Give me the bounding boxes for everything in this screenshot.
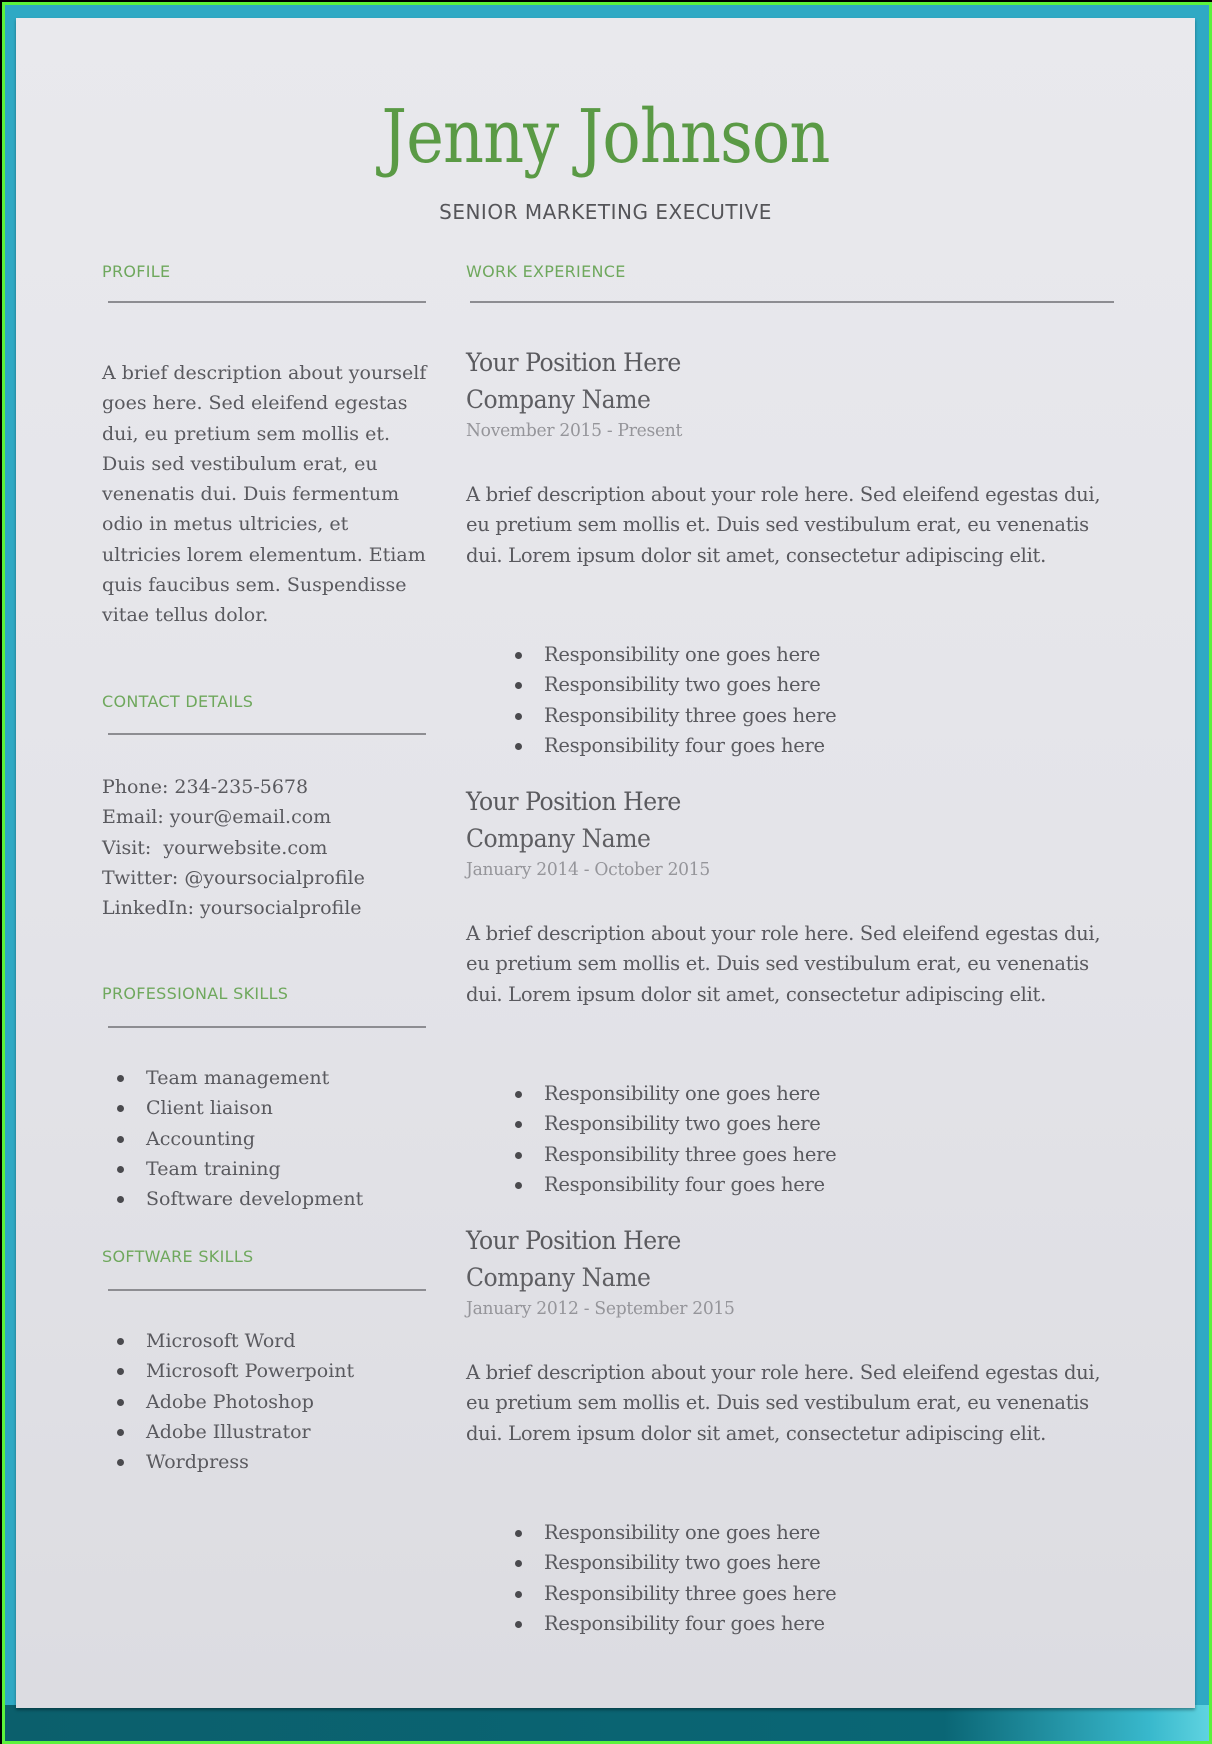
work-experience-divider bbox=[470, 301, 1114, 303]
responsibility-item: Responsibility four goes here bbox=[508, 1609, 1008, 1639]
candidate-name: Jenny Johnson bbox=[381, 94, 831, 180]
job-company: Company Name bbox=[466, 824, 651, 853]
responsibility-item: Responsibility three goes here bbox=[508, 1140, 1008, 1170]
resume-page: Jenny Johnson SENIOR MARKETING EXECUTIVE… bbox=[16, 18, 1195, 1708]
skill-item: Team management bbox=[110, 1063, 410, 1093]
responsibility-item: Responsibility four goes here bbox=[508, 1170, 1008, 1200]
responsibility-item: Responsibility four goes here bbox=[508, 731, 1008, 761]
skill-item: Accounting bbox=[110, 1124, 410, 1154]
responsibility-item: Responsibility two goes here bbox=[508, 1109, 1008, 1139]
job-dates: November 2015 - Present bbox=[466, 420, 683, 441]
job-description: A brief description about your role here… bbox=[466, 922, 1101, 1006]
profile-heading: PROFILE bbox=[102, 262, 171, 281]
software-item: Adobe Photoshop bbox=[110, 1387, 410, 1417]
software-skills-divider bbox=[108, 1289, 426, 1291]
responsibility-item: Responsibility two goes here bbox=[508, 670, 1008, 700]
job-responsibilities: Responsibility one goes here Responsibil… bbox=[508, 1079, 1008, 1200]
skill-item: Client liaison bbox=[110, 1093, 410, 1123]
contact-phone: Phone: 234-235-5678 bbox=[102, 776, 309, 798]
contact-website: Visit: yourwebsite.com bbox=[102, 836, 328, 859]
job-dates: January 2014 - October 2015 bbox=[466, 859, 710, 880]
software-item: Adobe Illustrator bbox=[110, 1417, 410, 1447]
job-position: Your Position Here bbox=[466, 348, 681, 377]
responsibility-item: Responsibility one goes here bbox=[508, 1518, 1008, 1548]
outer-frame: Jenny Johnson SENIOR MARKETING EXECUTIVE… bbox=[2, 2, 1212, 1744]
contact-details: Phone: 234-235-5678 Email: your@email.co… bbox=[102, 772, 432, 923]
contact-twitter: Twitter: @yoursocialprofile bbox=[102, 866, 365, 889]
job-position: Your Position Here bbox=[466, 787, 681, 816]
responsibility-item: Responsibility two goes here bbox=[508, 1548, 1008, 1578]
job-description: A brief description about your role here… bbox=[466, 1361, 1101, 1445]
professional-skills-divider bbox=[108, 1026, 426, 1028]
job-responsibilities: Responsibility one goes here Responsibil… bbox=[508, 640, 1008, 761]
work-experience-heading: WORK EXPERIENCE bbox=[466, 262, 626, 281]
professional-skills-list: Team management Client liaison Accountin… bbox=[110, 1063, 410, 1214]
responsibility-item: Responsibility three goes here bbox=[508, 1579, 1008, 1609]
software-item: Microsoft Word bbox=[110, 1326, 410, 1356]
skill-item: Software development bbox=[110, 1184, 410, 1214]
profile-text: A brief description about yourself goes … bbox=[102, 362, 427, 627]
software-item: Microsoft Powerpoint bbox=[110, 1356, 410, 1386]
profile-divider bbox=[108, 301, 426, 303]
job-dates: January 2012 - September 2015 bbox=[466, 1298, 735, 1319]
software-item: Wordpress bbox=[110, 1447, 410, 1477]
candidate-title: SENIOR MARKETING EXECUTIVE bbox=[439, 200, 772, 224]
responsibility-item: Responsibility three goes here bbox=[508, 701, 1008, 731]
contact-divider bbox=[108, 733, 426, 735]
software-skills-list: Microsoft Word Microsoft Powerpoint Adob… bbox=[110, 1326, 410, 1477]
job-responsibilities: Responsibility one goes here Responsibil… bbox=[508, 1518, 1008, 1639]
job-company: Company Name bbox=[466, 1263, 651, 1292]
contact-heading: CONTACT DETAILS bbox=[102, 692, 254, 711]
skill-item: Team training bbox=[110, 1154, 410, 1184]
contact-linkedin: LinkedIn: yoursocialprofile bbox=[102, 897, 362, 920]
responsibility-item: Responsibility one goes here bbox=[508, 640, 1008, 670]
software-skills-heading: SOFTWARE SKILLS bbox=[102, 1247, 254, 1266]
job-position: Your Position Here bbox=[466, 1226, 681, 1255]
professional-skills-heading: PROFESSIONAL SKILLS bbox=[102, 984, 289, 1003]
responsibility-item: Responsibility one goes here bbox=[508, 1079, 1008, 1109]
job-company: Company Name bbox=[466, 385, 651, 414]
job-description: A brief description about your role here… bbox=[466, 483, 1101, 567]
contact-email: Email: your@email.com bbox=[102, 806, 332, 829]
